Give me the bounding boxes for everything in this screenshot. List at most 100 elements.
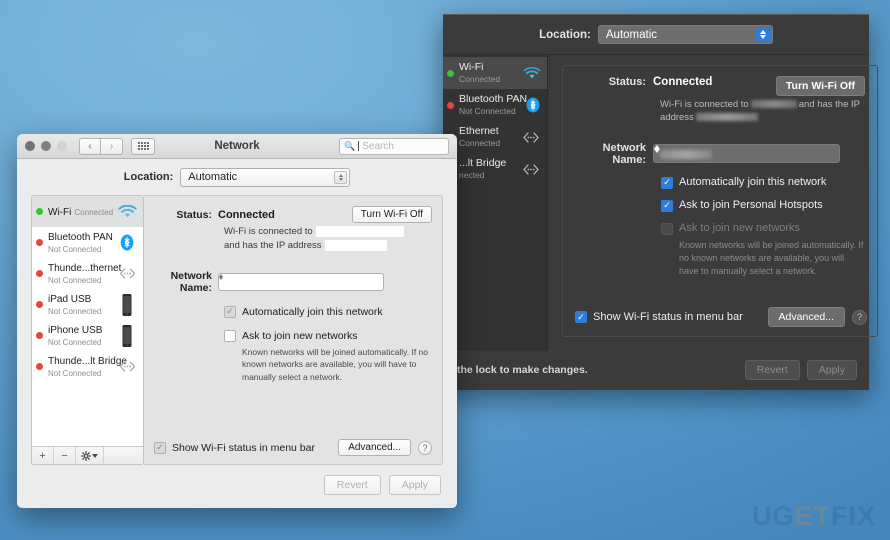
checkbox-icon[interactable]: ✓ — [661, 199, 673, 212]
dark-body: Wi-Fi Connected Bluetooth PAN Not Connec… — [443, 55, 878, 351]
light-titlebar[interactable]: ‹ › Network 🔍 Search — [17, 134, 457, 159]
light-show-status-label: Show Wi-Fi status in menu bar — [172, 441, 315, 454]
dark-sidebar-item-wifi[interactable]: Wi-Fi Connected — [443, 57, 547, 89]
light-apply-button[interactable]: Apply — [388, 475, 441, 495]
light-sidebar-item-iphone-usb[interactable]: iPhone USB Not Connected — [32, 320, 143, 351]
light-sidebar-item-bluetooth-pan[interactable]: Bluetooth PAN Not Connected — [32, 227, 143, 258]
dark-network-name-label: Network Name: — [602, 141, 646, 166]
dark-detail-panel: Status: Connected Turn Wi-Fi Off Wi-Fi i… — [562, 65, 878, 337]
help-icon[interactable]: ? — [852, 309, 867, 325]
light-checkbox-ask-new-networks[interactable]: ✓ Ask to join new networks — [224, 329, 432, 342]
network-preferences-window-back[interactable]: Location: Automatic Wi-Fi Connected Blue… — [443, 14, 878, 390]
light-service-status: Not Connected — [48, 306, 102, 316]
light-location-bar: Location: Automatic — [17, 159, 457, 195]
dark-status-description: Wi-Fi is connected to and has the IP addr… — [660, 99, 865, 125]
light-advanced-button[interactable]: Advanced... — [338, 439, 411, 456]
dark-network-name-row: Network Name: — [575, 142, 865, 166]
chevron-updown-icon[interactable] — [334, 170, 348, 184]
dark-sidebar-item-ethernet[interactable]: Ethernet Connected — [443, 121, 547, 153]
thunderbolt-icon — [521, 163, 541, 176]
minimize-button-icon[interactable] — [41, 141, 51, 151]
chevron-updown-icon[interactable] — [755, 27, 771, 42]
text-caret — [358, 141, 360, 151]
dark-location-label: Location: — [539, 28, 591, 41]
status-dot-icon — [447, 69, 454, 77]
dark-service-status: nected — [459, 170, 485, 180]
dark-checkbox-ask-new-networks[interactable]: ✓ Ask to join new networks — [661, 222, 865, 235]
status-dot-icon — [36, 208, 43, 215]
checkbox-icon[interactable]: ✓ — [575, 311, 587, 323]
show-all-button[interactable] — [131, 137, 155, 155]
light-service-status: Not Connected — [48, 368, 102, 378]
dark-revert-button[interactable]: Revert — [744, 360, 800, 380]
help-icon[interactable]: ? — [418, 440, 432, 455]
light-service-name: Wi-Fi — [48, 206, 72, 218]
light-service-name: iPhone USB — [48, 324, 103, 336]
close-button-icon[interactable] — [25, 141, 35, 151]
watermark-u: U — [751, 501, 773, 531]
dark-help-text: Known networks will be joined automatica… — [679, 239, 864, 276]
dark-sidebar-item-bluetooth-pan[interactable]: Bluetooth PAN Not Connected — [443, 89, 547, 121]
light-revert-button[interactable]: Revert — [323, 475, 381, 495]
add-service-button[interactable]: + — [32, 447, 54, 464]
grid-icon — [137, 142, 149, 150]
dark-apply-button[interactable]: Apply — [806, 360, 857, 380]
watermark-fix: FIX — [830, 501, 876, 531]
chevron-updown-icon[interactable] — [219, 273, 383, 280]
dark-network-name-select[interactable] — [653, 144, 840, 164]
back-button[interactable]: ‹ — [79, 137, 101, 155]
redacted-ip-address — [324, 240, 387, 252]
light-network-name-label: Network Name: — [170, 269, 212, 294]
checkbox-icon[interactable]: ✓ — [224, 305, 236, 318]
checkbox-icon[interactable]: ✓ — [154, 441, 166, 454]
checkbox-icon[interactable]: ✓ — [661, 222, 673, 235]
light-turn-wifi-off-button[interactable]: Turn Wi-Fi Off — [351, 206, 432, 223]
light-status-row: Status: Connected Turn Wi-Fi Off — [156, 206, 432, 223]
light-sidebar-item-ipad-usb[interactable]: iPad USB Not Connected — [32, 289, 143, 320]
network-preferences-window-front[interactable]: ‹ › Network 🔍 Search Location: Automatic — [17, 134, 457, 508]
light-sidebar-item-thunderbolt-ethernet[interactable]: Thunde...thernet Not Connected — [32, 258, 143, 289]
dark-location-select[interactable]: Automatic — [597, 25, 773, 44]
light-sidebar-item-thunderbolt-bridge[interactable]: Thunde...lt Bridge Not Connected — [32, 351, 143, 382]
dark-turn-wifi-off-button[interactable]: Turn Wi-Fi Off — [775, 76, 865, 96]
light-location-select[interactable]: Automatic — [180, 167, 351, 187]
light-window-footer: Revert Apply — [17, 465, 457, 505]
light-checkbox-auto-join[interactable]: ✓ Automatically join this network — [224, 305, 432, 318]
light-service-name: Thunde...thernet — [48, 262, 122, 274]
ipad-icon — [116, 293, 138, 317]
dark-checkbox-label: Ask to join new networks — [679, 221, 801, 234]
thunderbolt-icon — [116, 360, 138, 373]
ugetfix-watermark: UGETFIX — [752, 501, 876, 532]
remove-service-button[interactable]: − — [54, 447, 76, 464]
dark-service-status: Not Connected — [459, 106, 516, 116]
light-location-label: Location: — [123, 171, 174, 183]
light-status-description: Wi-Fi is connected to and has the IP add… — [224, 225, 432, 254]
bluetooth-icon — [116, 234, 138, 251]
light-services-sidebar[interactable]: Wi-Fi Connected Bluetooth PAN Not Connec… — [31, 195, 144, 465]
light-desc-line2: and has the IP address — [224, 240, 322, 252]
dark-status-value: Connected — [653, 76, 713, 88]
wifi-icon — [523, 66, 541, 80]
light-sidebar-footer[interactable]: + − — [32, 446, 143, 464]
checkbox-icon[interactable]: ✓ — [224, 329, 236, 342]
forward-button[interactable]: › — [101, 137, 123, 155]
light-desc-line1: Wi-Fi is connected to — [224, 226, 313, 237]
light-services-list[interactable]: Wi-Fi Connected Bluetooth PAN Not Connec… — [32, 196, 143, 446]
wifi-icon — [116, 204, 138, 219]
dark-checkbox-auto-join[interactable]: ✓ Automatically join this network — [661, 176, 865, 189]
light-service-status: Not Connected — [48, 275, 102, 285]
dark-sidebar-item-thunderbolt-bridge[interactable]: ...lt Bridge nected — [443, 153, 547, 185]
watermark-e: E — [794, 501, 814, 531]
nav-buttons[interactable]: ‹ › — [79, 137, 123, 155]
zoom-button-icon[interactable] — [57, 141, 67, 151]
gear-icon[interactable] — [76, 447, 104, 464]
dark-advanced-button[interactable]: Advanced... — [767, 307, 845, 327]
light-sidebar-item-wifi[interactable]: Wi-Fi Connected — [32, 196, 143, 227]
checkbox-icon[interactable]: ✓ — [661, 176, 673, 189]
search-input[interactable]: 🔍 Search — [339, 137, 449, 155]
light-network-name-select[interactable] — [218, 272, 384, 291]
dark-location-value: Automatic — [605, 28, 658, 41]
status-dot-icon — [447, 101, 454, 109]
dark-services-sidebar[interactable]: Wi-Fi Connected Bluetooth PAN Not Connec… — [443, 55, 548, 351]
dark-checkbox-personal-hotspots[interactable]: ✓ Ask to join Personal Hotspots — [661, 199, 865, 212]
